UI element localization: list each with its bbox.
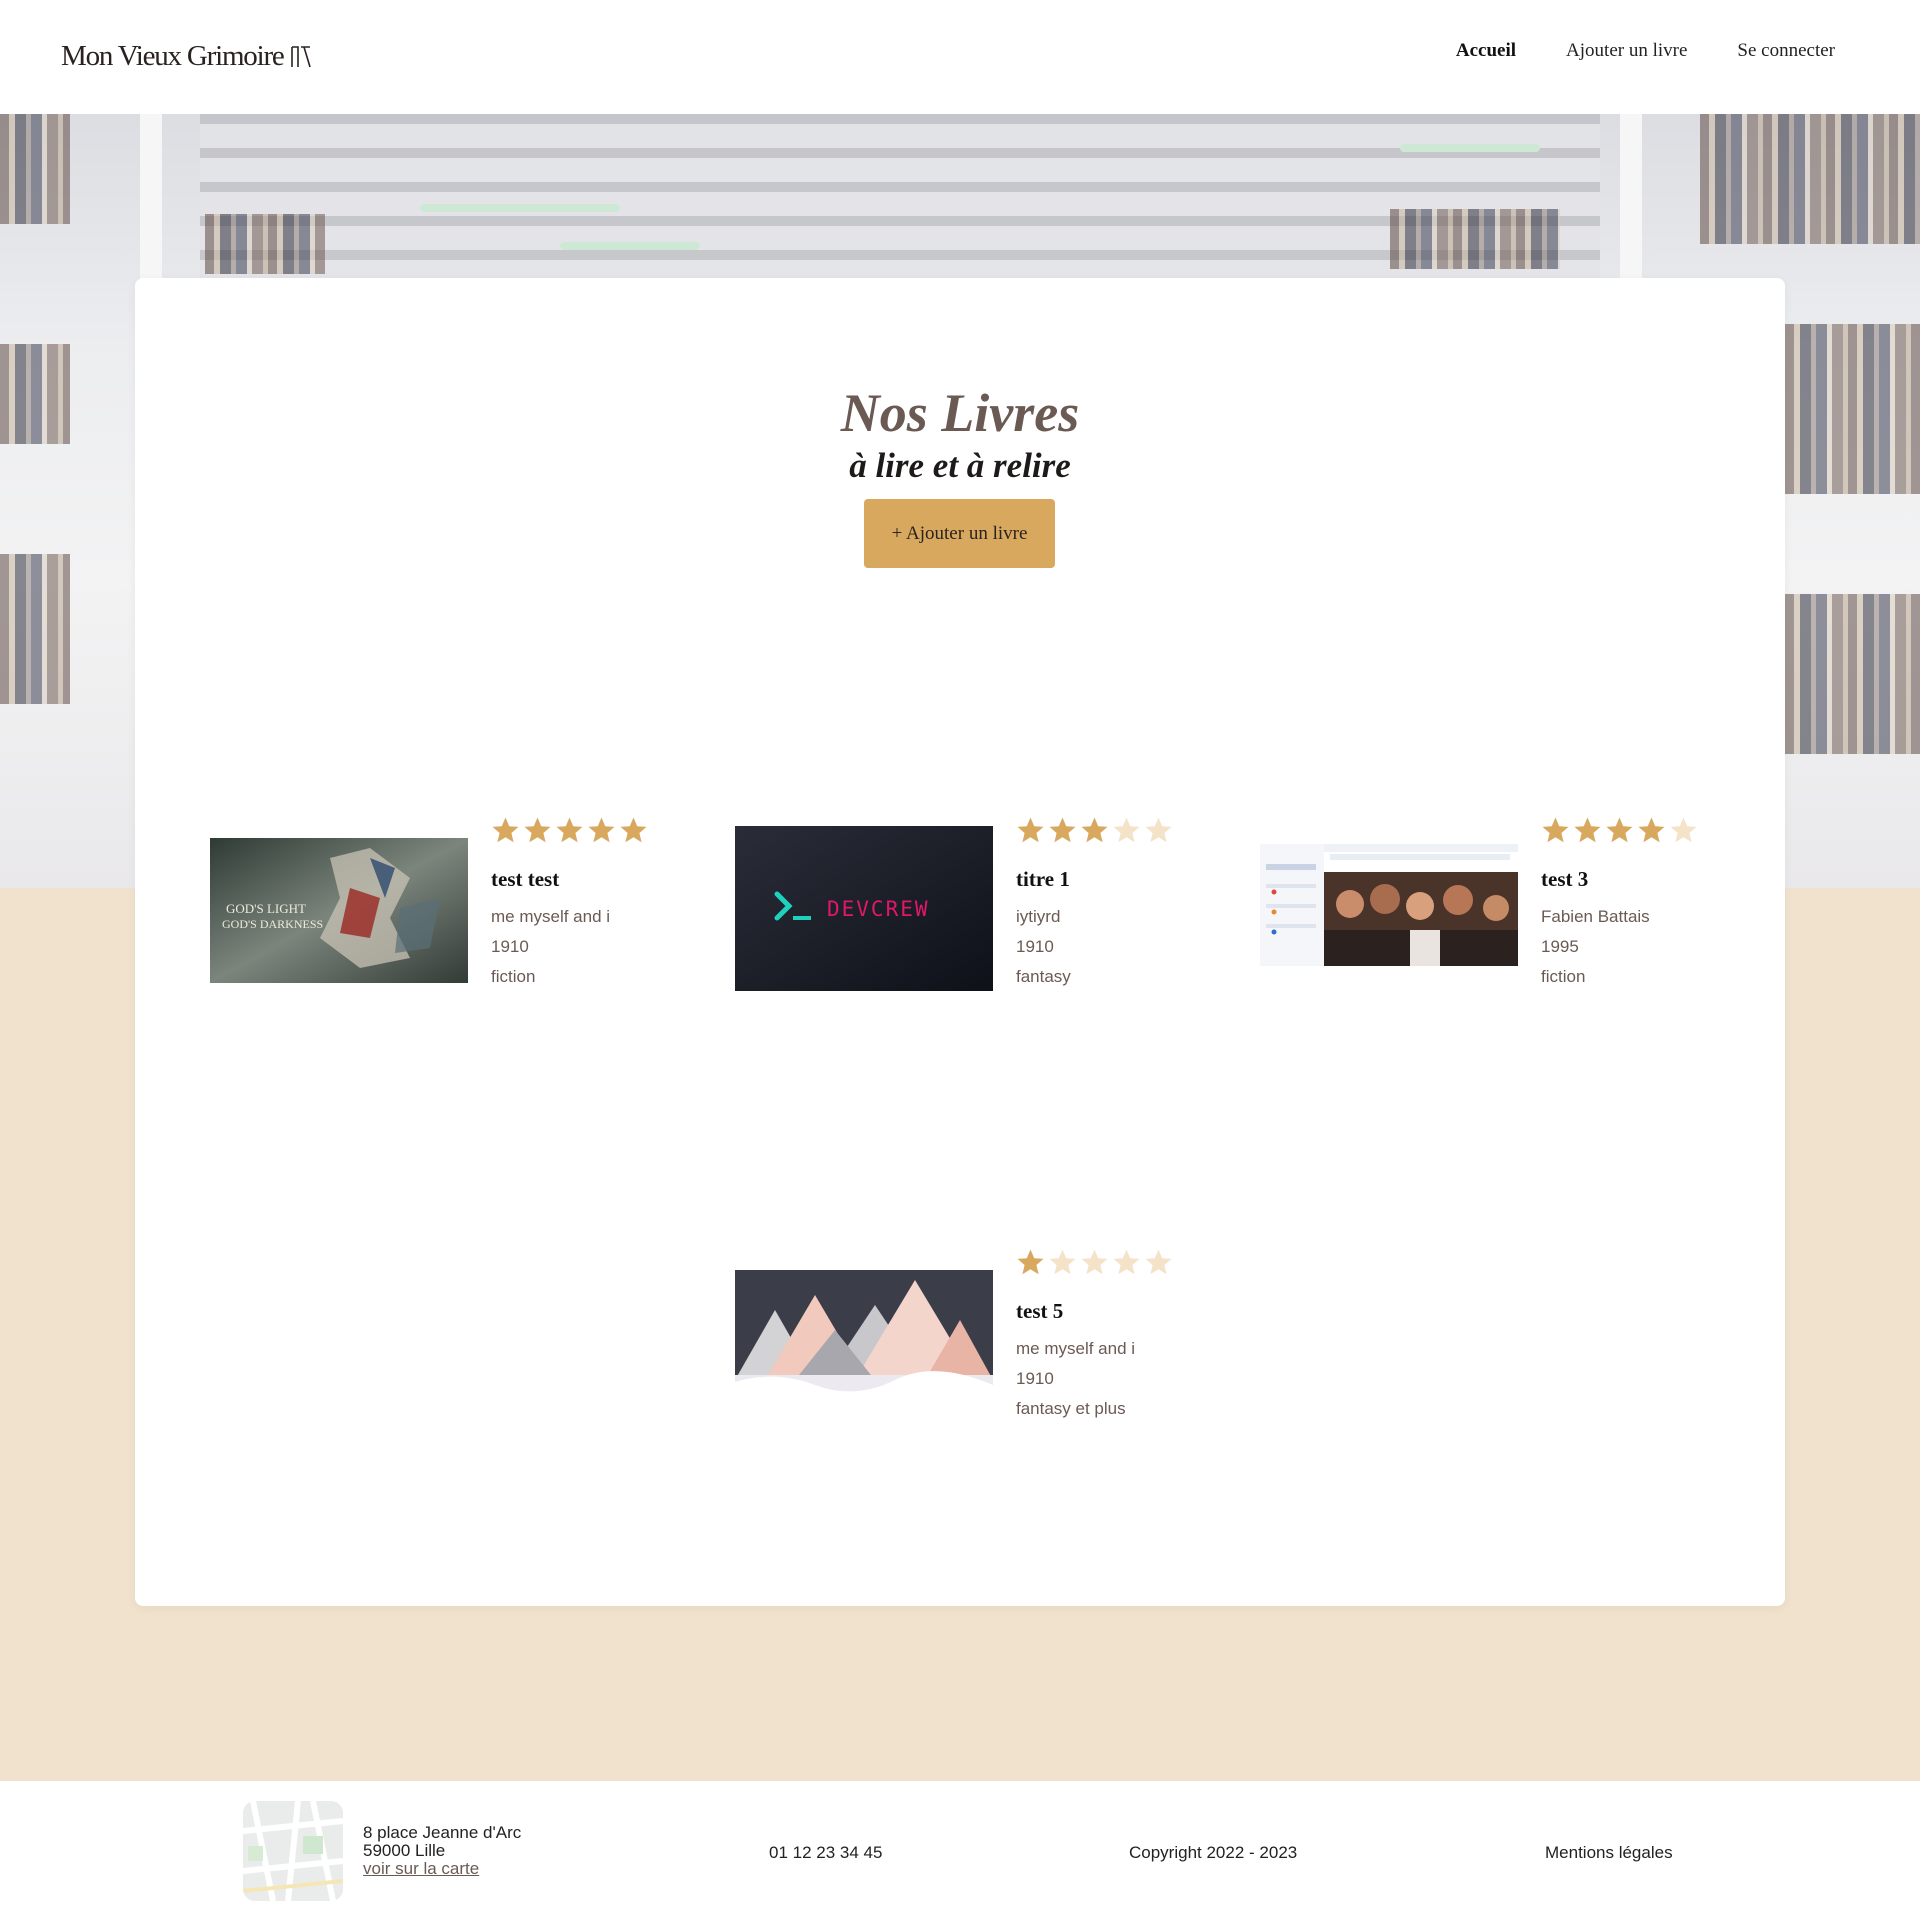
book-author: me myself and i — [1016, 1339, 1136, 1358]
nav-accueil[interactable]: Accueil — [1456, 40, 1516, 62]
star-empty-icon — [1113, 1249, 1140, 1275]
book-meta: me myself and i 1910 fiction — [491, 902, 691, 992]
shelf-post — [140, 114, 162, 284]
map-icon — [243, 1801, 343, 1901]
map-link[interactable]: voir sur la carte — [363, 1859, 479, 1878]
book-card[interactable]: test 3 Fabien Battais 1995 fiction — [1260, 816, 1720, 1016]
footer-address: 8 place Jeanne d'Arc 59000 Lille voir su… — [363, 1824, 521, 1878]
bookshelf — [0, 344, 70, 444]
book-info: test 5 me myself and i 1910 fantasy et p… — [1016, 1248, 1216, 1424]
star-filled-icon — [588, 817, 615, 843]
svg-text:GOD'S DARKNESS: GOD'S DARKNESS — [222, 917, 323, 931]
book-card[interactable]: GOD'S LIGHT GOD'S DARKNESS test test me … — [210, 816, 670, 1016]
star-empty-icon — [1145, 1249, 1172, 1275]
star-rating — [1016, 816, 1216, 846]
book-logo-icon — [290, 45, 311, 67]
star-filled-icon — [524, 817, 551, 843]
star-filled-icon — [1542, 817, 1569, 843]
book-year: 1910 — [491, 937, 529, 956]
bookshelf — [1785, 594, 1920, 754]
nav-ajouter-livre[interactable]: Ajouter un livre — [1566, 40, 1687, 62]
star-filled-icon — [1081, 817, 1108, 843]
book-card[interactable]: DEVCREW titre 1 iytiyrd 1910 fantasy — [735, 816, 1195, 1016]
book-year: 1995 — [1541, 937, 1579, 956]
book-title: test test — [491, 867, 560, 891]
nav-se-connecter[interactable]: Se connecter — [1737, 40, 1835, 62]
book-genre: fantasy et plus — [1016, 1399, 1126, 1418]
ceiling-light — [420, 204, 620, 212]
star-filled-icon — [620, 817, 647, 843]
star-empty-icon — [1081, 1249, 1108, 1275]
main-nav: Accueil Ajouter un livre Se connecter — [1456, 40, 1835, 62]
devcrew-cover-image: DEVCREW — [735, 826, 993, 991]
bookshelf — [0, 114, 70, 224]
site-header: Mon Vieux Grimoire Accueil Ajouter un li… — [0, 0, 1920, 114]
bookshelf — [1700, 114, 1920, 244]
star-rating — [1016, 1248, 1216, 1278]
address-line1: 8 place Jeanne d'Arc — [363, 1823, 522, 1842]
star-empty-icon — [1049, 1249, 1076, 1275]
bookshelf — [1785, 324, 1920, 494]
star-filled-icon — [1017, 1249, 1044, 1275]
book-year: 1910 — [1016, 937, 1054, 956]
book-cover — [735, 1270, 993, 1400]
star-rating — [1541, 816, 1741, 846]
star-rating — [491, 816, 691, 846]
book-title: test 5 — [1016, 1299, 1064, 1323]
devcrew-logo-text: DEVCREW — [827, 897, 930, 921]
svg-text:GOD'S LIGHT: GOD'S LIGHT — [226, 901, 306, 916]
mountains-cover-image — [735, 1270, 993, 1400]
address-line2: 59000 Lille — [363, 1841, 446, 1860]
star-filled-icon — [492, 817, 519, 843]
star-filled-icon — [1574, 817, 1601, 843]
site-logo[interactable]: Mon Vieux Grimoire — [61, 40, 312, 73]
footer-copyright: Copyright 2022 - 2023 — [1129, 1843, 1298, 1862]
site-footer: 8 place Jeanne d'Arc 59000 Lille voir su… — [0, 1781, 1920, 1921]
star-empty-icon — [1113, 817, 1140, 843]
gods-light-cover-image: GOD'S LIGHT GOD'S DARKNESS — [210, 838, 468, 983]
books-card: Nos Livres à lire et à relire + Ajouter … — [135, 278, 1785, 1606]
star-empty-icon — [1670, 817, 1697, 843]
star-filled-icon — [1017, 817, 1044, 843]
map-thumbnail[interactable] — [243, 1801, 343, 1901]
book-year: 1910 — [1016, 1369, 1054, 1388]
bookshelf — [1390, 209, 1560, 269]
shelf-post — [1620, 114, 1642, 284]
book-cover — [1260, 844, 1518, 966]
bookshelf — [205, 214, 325, 274]
page-subtitle: à lire et à relire — [849, 446, 1071, 485]
logo-text: Mon Vieux Grimoire — [61, 40, 285, 72]
book-author: me myself and i — [491, 907, 611, 926]
star-empty-icon — [1145, 817, 1172, 843]
book-meta: iytiyrd 1910 fantasy — [1016, 902, 1216, 992]
book-meta: me myself and i 1910 fantasy et plus — [1016, 1334, 1216, 1424]
book-title: titre 1 — [1016, 867, 1070, 891]
book-info: titre 1 iytiyrd 1910 fantasy — [1016, 816, 1216, 992]
book-genre: fiction — [491, 967, 536, 986]
book-info: test test me myself and i 1910 fiction — [491, 816, 691, 992]
legal-link[interactable]: Mentions légales — [1545, 1843, 1673, 1863]
book-genre: fiction — [1541, 967, 1586, 986]
book-title: test 3 — [1541, 867, 1589, 891]
bookshelf — [0, 554, 70, 704]
star-filled-icon — [1049, 817, 1076, 843]
ceiling-light — [1400, 144, 1540, 152]
crowd-screenshot-cover-image — [1260, 844, 1518, 966]
add-book-button[interactable]: + Ajouter un livre — [864, 499, 1055, 568]
book-info: test 3 Fabien Battais 1995 fiction — [1541, 816, 1741, 992]
star-filled-icon — [556, 817, 583, 843]
page-title: Nos Livres — [840, 383, 1080, 443]
star-filled-icon — [1606, 817, 1633, 843]
book-card[interactable]: test 5 me myself and i 1910 fantasy et p… — [735, 1248, 1195, 1448]
book-meta: Fabien Battais 1995 fiction — [1541, 902, 1741, 992]
book-author: iytiyrd — [1016, 907, 1061, 926]
footer-phone: 01 12 23 34 45 — [769, 1843, 883, 1862]
star-filled-icon — [1638, 817, 1665, 843]
book-genre: fantasy — [1016, 967, 1071, 986]
book-cover: GOD'S LIGHT GOD'S DARKNESS — [210, 838, 468, 983]
ceiling-light — [560, 242, 700, 250]
book-author: Fabien Battais — [1541, 907, 1650, 926]
book-cover: DEVCREW — [735, 826, 993, 991]
